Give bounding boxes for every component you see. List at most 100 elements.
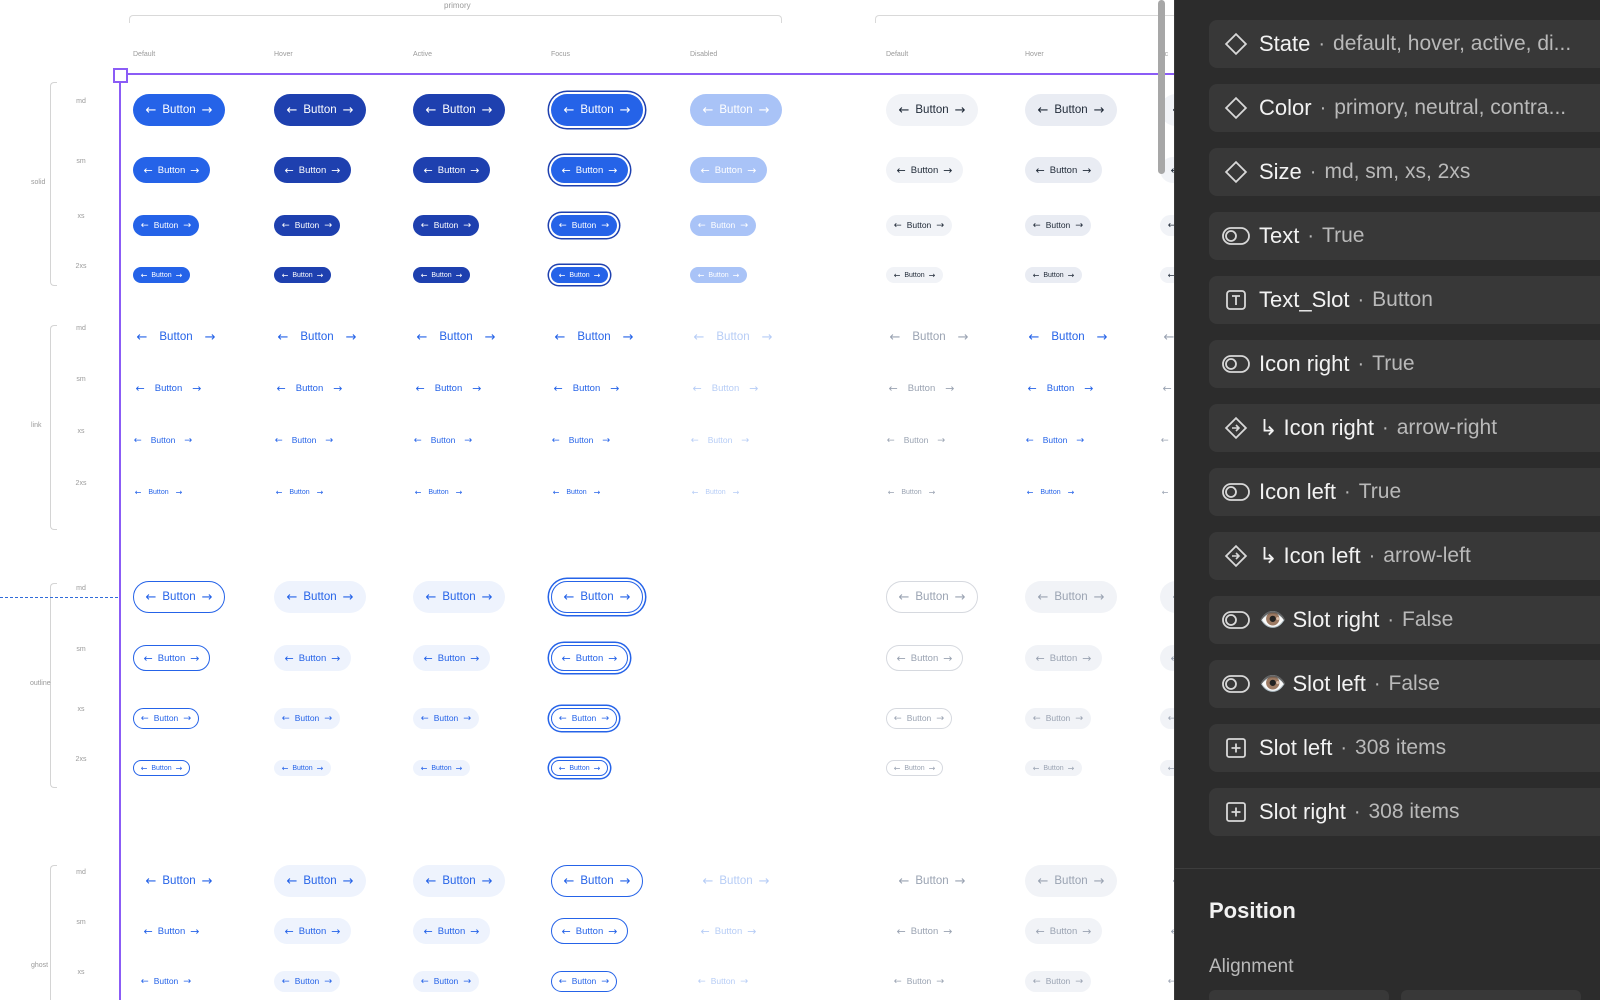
solid-button[interactable]: ←Button→ — [886, 214, 952, 236]
solid-button[interactable]: ←Button→ — [551, 157, 628, 183]
solid-button[interactable]: ←Button→ — [551, 94, 643, 126]
outline-button[interactable]: ←Button→ — [1160, 645, 1174, 671]
property-row[interactable]: Size · md, sm, xs, 2xs — [1209, 148, 1600, 196]
ghost-button[interactable]: ←Button→ — [1160, 971, 1174, 992]
outline-button[interactable]: ←Button→ — [274, 581, 366, 613]
solid-button[interactable]: ←Button→ — [1025, 94, 1117, 126]
outline-button[interactable]: ←Button→ — [1160, 760, 1174, 776]
solid-button[interactable]: ←Button→ — [1025, 214, 1091, 236]
outline-button[interactable]: ←Button→ — [1160, 581, 1174, 613]
ghost-button[interactable]: ←Button→ — [886, 865, 978, 897]
link-button[interactable]: ←Button→ — [886, 430, 946, 451]
link-button[interactable]: ←Button→ — [133, 430, 193, 451]
property-row[interactable]: Icon right · True — [1209, 340, 1600, 388]
solid-button[interactable]: ←Button→ — [413, 267, 470, 283]
solid-button[interactable]: ←Button→ — [413, 214, 479, 236]
solid-button[interactable]: ←Button→ — [274, 267, 331, 283]
canvas-scrollbar[interactable] — [1158, 0, 1165, 174]
link-button[interactable]: ←Button→ — [551, 375, 622, 401]
solid-button[interactable]: ←Button→ — [551, 267, 608, 283]
link-button[interactable]: ←Button→ — [274, 375, 345, 401]
link-button[interactable]: ←Button→ — [886, 375, 957, 401]
solid-button[interactable]: ←Button→ — [1025, 267, 1082, 283]
solid-button[interactable]: ←Button→ — [690, 157, 767, 183]
property-row[interactable]: Color · primory, neutral, contra... — [1209, 84, 1600, 132]
outline-button[interactable]: ←Button→ — [886, 760, 943, 776]
outline-button[interactable]: ←Button→ — [1025, 707, 1091, 729]
link-button[interactable]: ←Button→ — [1160, 321, 1174, 353]
link-button[interactable]: ←Button→ — [133, 321, 219, 353]
solid-button[interactable]: ←Button→ — [690, 214, 756, 236]
link-button[interactable]: ←Button→ — [690, 375, 761, 401]
property-row[interactable]: Slot left · 308 items — [1209, 724, 1600, 772]
outline-button[interactable]: ←Button→ — [133, 645, 210, 671]
ghost-button[interactable]: ←Button→ — [274, 970, 340, 992]
outline-button[interactable]: ←Button→ — [274, 645, 351, 671]
link-button[interactable]: ←Button→ — [690, 430, 750, 451]
ghost-button[interactable]: ←Button→ — [133, 918, 210, 944]
ghost-button[interactable]: ←Button→ — [1025, 970, 1091, 992]
link-button[interactable]: ←Button→ — [886, 484, 937, 500]
solid-button[interactable]: ←Button→ — [551, 214, 617, 236]
ghost-button[interactable]: ←Button→ — [886, 918, 963, 944]
link-button[interactable]: ←Button→ — [1025, 430, 1085, 451]
ghost-button[interactable]: ←Button→ — [1025, 865, 1117, 897]
alignment-controls-left[interactable] — [1209, 990, 1389, 1000]
link-button[interactable]: ←Button→ — [413, 430, 473, 451]
solid-button[interactable]: ←Button→ — [413, 157, 490, 183]
solid-button[interactable]: ←Button→ — [1160, 214, 1174, 236]
outline-button[interactable]: ←Button→ — [274, 707, 340, 729]
link-button[interactable]: ←Button→ — [551, 430, 611, 451]
ghost-button[interactable]: ←Button→ — [886, 971, 952, 992]
link-button[interactable]: ←Button→ — [1160, 430, 1174, 451]
solid-button[interactable]: ←Button→ — [1025, 157, 1102, 183]
outline-button[interactable]: ←Button→ — [551, 581, 643, 613]
ghost-button[interactable]: ←Button→ — [413, 970, 479, 992]
link-button[interactable]: ←Button→ — [413, 321, 499, 353]
outline-button[interactable]: ←Button→ — [413, 707, 479, 729]
ghost-button[interactable]: ←Button→ — [133, 865, 225, 897]
solid-button[interactable]: ←Button→ — [274, 94, 366, 126]
outline-button[interactable]: ←Button→ — [1025, 760, 1082, 776]
solid-button[interactable]: ←Button→ — [413, 94, 505, 126]
property-row[interactable]: Text_Slot · Button — [1209, 276, 1600, 324]
solid-button[interactable]: ←Button→ — [133, 214, 199, 236]
property-row[interactable]: ↳ Icon left · arrow-left — [1209, 532, 1600, 580]
link-button[interactable]: ←Button→ — [274, 430, 334, 451]
property-row[interactable]: Text · True — [1209, 212, 1600, 260]
outline-button[interactable]: ←Button→ — [133, 707, 199, 729]
ghost-button[interactable]: ←Button→ — [1160, 865, 1174, 897]
ghost-button[interactable]: ←Button→ — [274, 918, 351, 944]
ghost-button[interactable]: ←Button→ — [133, 971, 199, 992]
link-button[interactable]: ←Button→ — [1025, 484, 1076, 500]
link-button[interactable]: ←Button→ — [133, 484, 184, 500]
solid-button[interactable]: ←Button→ — [133, 94, 225, 126]
ghost-button[interactable]: ←Button→ — [274, 865, 366, 897]
alignment-controls-right[interactable] — [1401, 990, 1581, 1000]
outline-button[interactable]: ←Button→ — [886, 645, 963, 671]
solid-button[interactable]: ←Button→ — [886, 94, 978, 126]
ghost-button[interactable]: ←Button→ — [413, 918, 490, 944]
property-row[interactable]: 👁️ Slot right · False — [1209, 596, 1600, 644]
outline-button[interactable]: ←Button→ — [551, 707, 617, 729]
outline-button[interactable]: ←Button→ — [1025, 645, 1102, 671]
link-button[interactable]: ←Button→ — [133, 375, 204, 401]
ghost-button[interactable]: ←Button→ — [1025, 918, 1102, 944]
link-button[interactable]: ←Button→ — [413, 375, 484, 401]
solid-button[interactable]: ←Button→ — [690, 94, 782, 126]
solid-button[interactable]: ←Button→ — [1160, 267, 1174, 283]
outline-button[interactable]: ←Button→ — [886, 581, 978, 613]
ghost-button[interactable]: ←Button→ — [551, 970, 617, 992]
link-button[interactable]: ←Button→ — [551, 484, 602, 500]
link-button[interactable]: ←Button→ — [413, 484, 464, 500]
selection-resize-handle[interactable] — [113, 68, 128, 83]
design-canvas[interactable]: primory Default Hover Active Focus Disabled D… — [0, 0, 1174, 1000]
link-button[interactable]: ←Button→ — [690, 484, 741, 500]
solid-button[interactable]: ←Button→ — [886, 157, 963, 183]
solid-button[interactable]: ←Button→ — [133, 157, 210, 183]
property-row[interactable]: ↳ Icon right · arrow-right — [1209, 404, 1600, 452]
link-button[interactable]: ←Button→ — [1025, 321, 1111, 353]
ghost-button[interactable]: ←Button→ — [690, 865, 782, 897]
outline-button[interactable]: ←Button→ — [133, 760, 190, 776]
property-row[interactable]: 👁️ Slot left · False — [1209, 660, 1600, 708]
